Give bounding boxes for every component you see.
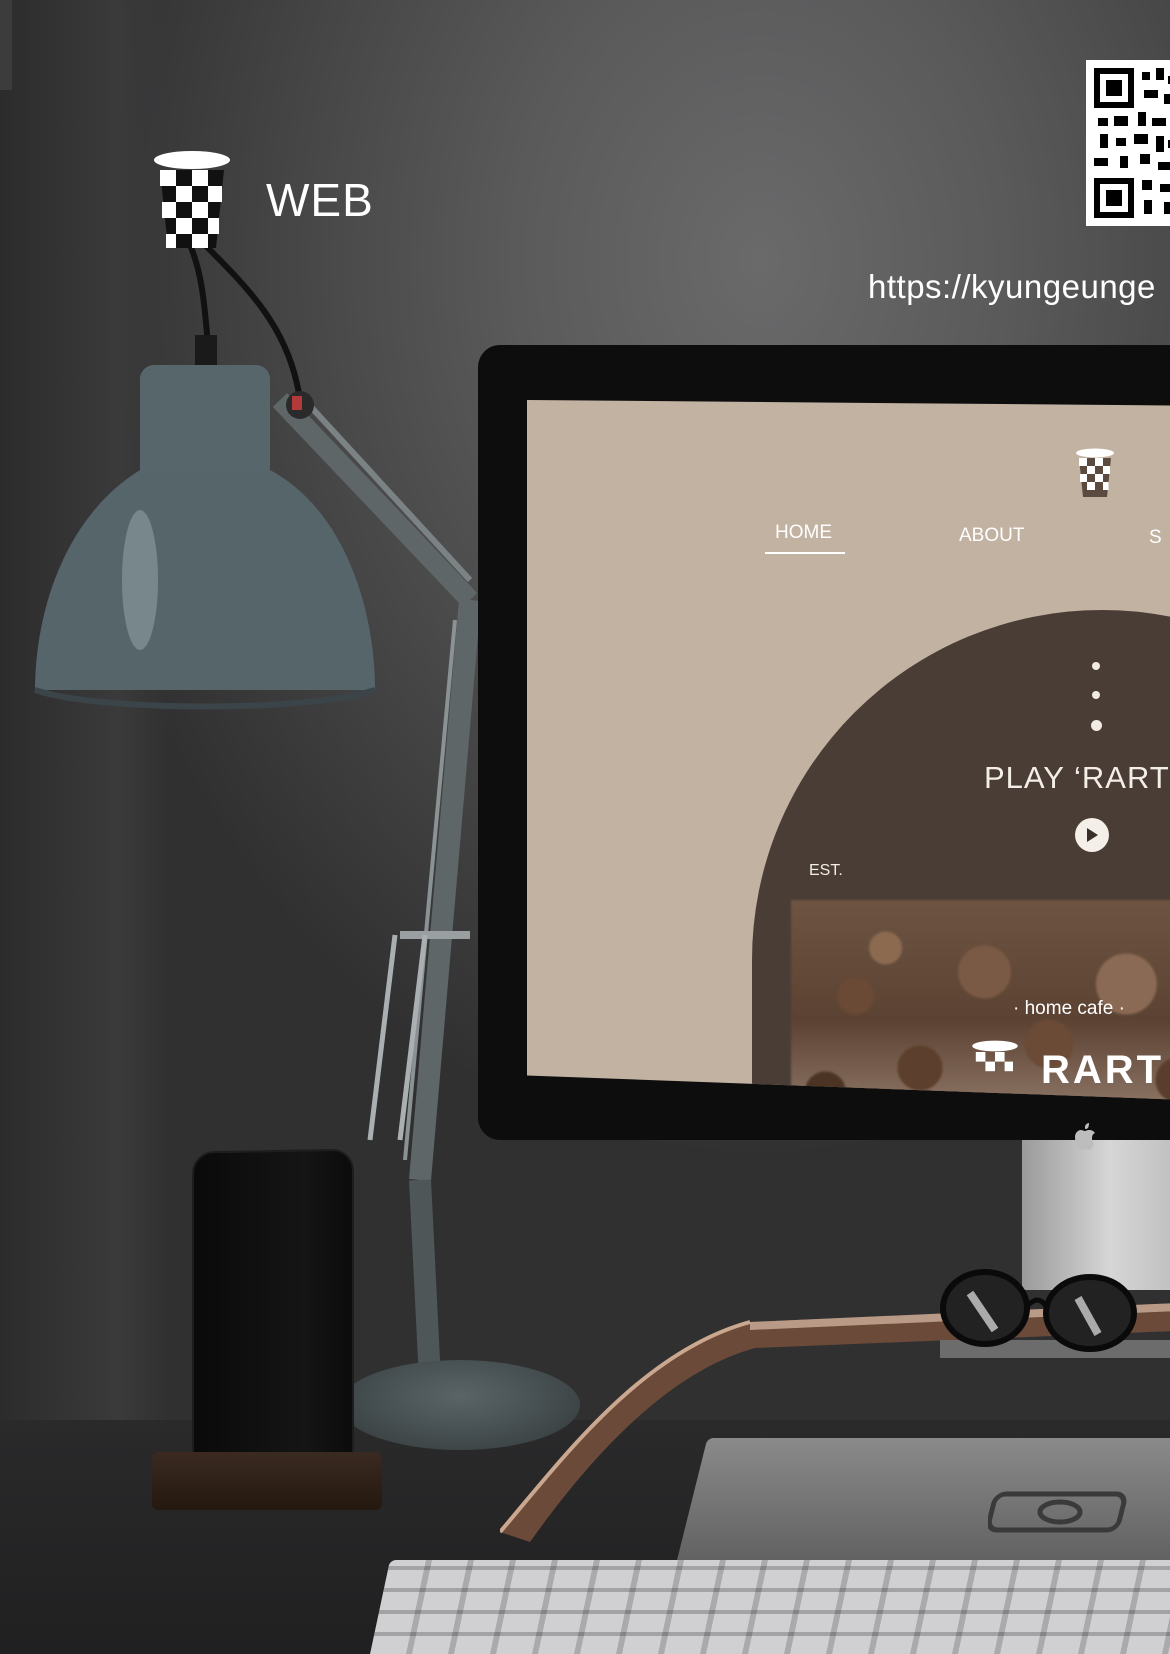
website-url[interactable]: https://kyungeunge (868, 268, 1156, 306)
eyeglasses (940, 1269, 1170, 1358)
checkered-cup-icon (972, 1040, 1018, 1072)
nav-home-underline (765, 552, 845, 554)
apple-logo-icon (1075, 1123, 1095, 1150)
hero-title: PLAY ‘RART (984, 760, 1170, 795)
dot (1091, 720, 1102, 731)
photo-subtitle: · home cafe · (1013, 998, 1125, 1019)
nav-home[interactable]: HOME (775, 522, 832, 544)
brand-header: WEB (152, 150, 374, 250)
checkered-cup-icon (154, 151, 230, 248)
photo-brand-text: RART (1041, 1047, 1165, 1092)
play-button[interactable] (1075, 818, 1109, 852)
dot (1092, 662, 1100, 670)
photo-brand: RART (967, 1040, 1164, 1100)
camera-icon (988, 1491, 1127, 1533)
play-icon (1087, 828, 1098, 842)
website-screen: HOME ABOUT S PLAY ‘RART EST. · home cafe… (527, 400, 1170, 1100)
nav-about[interactable]: ABOUT (959, 525, 1024, 547)
dot (1092, 691, 1100, 699)
wall-shadow (0, 0, 170, 1460)
est-label: EST. (809, 862, 843, 879)
corner-frame (0, 0, 12, 90)
site-logo-icon[interactable] (1075, 448, 1115, 498)
brand-label: WEB (266, 174, 374, 226)
smartphone (192, 1148, 354, 1474)
qr-code-icon (1086, 60, 1170, 226)
phone-dock (152, 1452, 382, 1510)
nav-third-item[interactable]: S (1149, 527, 1162, 549)
keyboard (370, 1560, 1170, 1654)
scroll-dots (1091, 662, 1102, 752)
desk-scene-photo: WEB https://kyungeunge HOME ABOUT S PLAY… (0, 0, 1170, 1654)
